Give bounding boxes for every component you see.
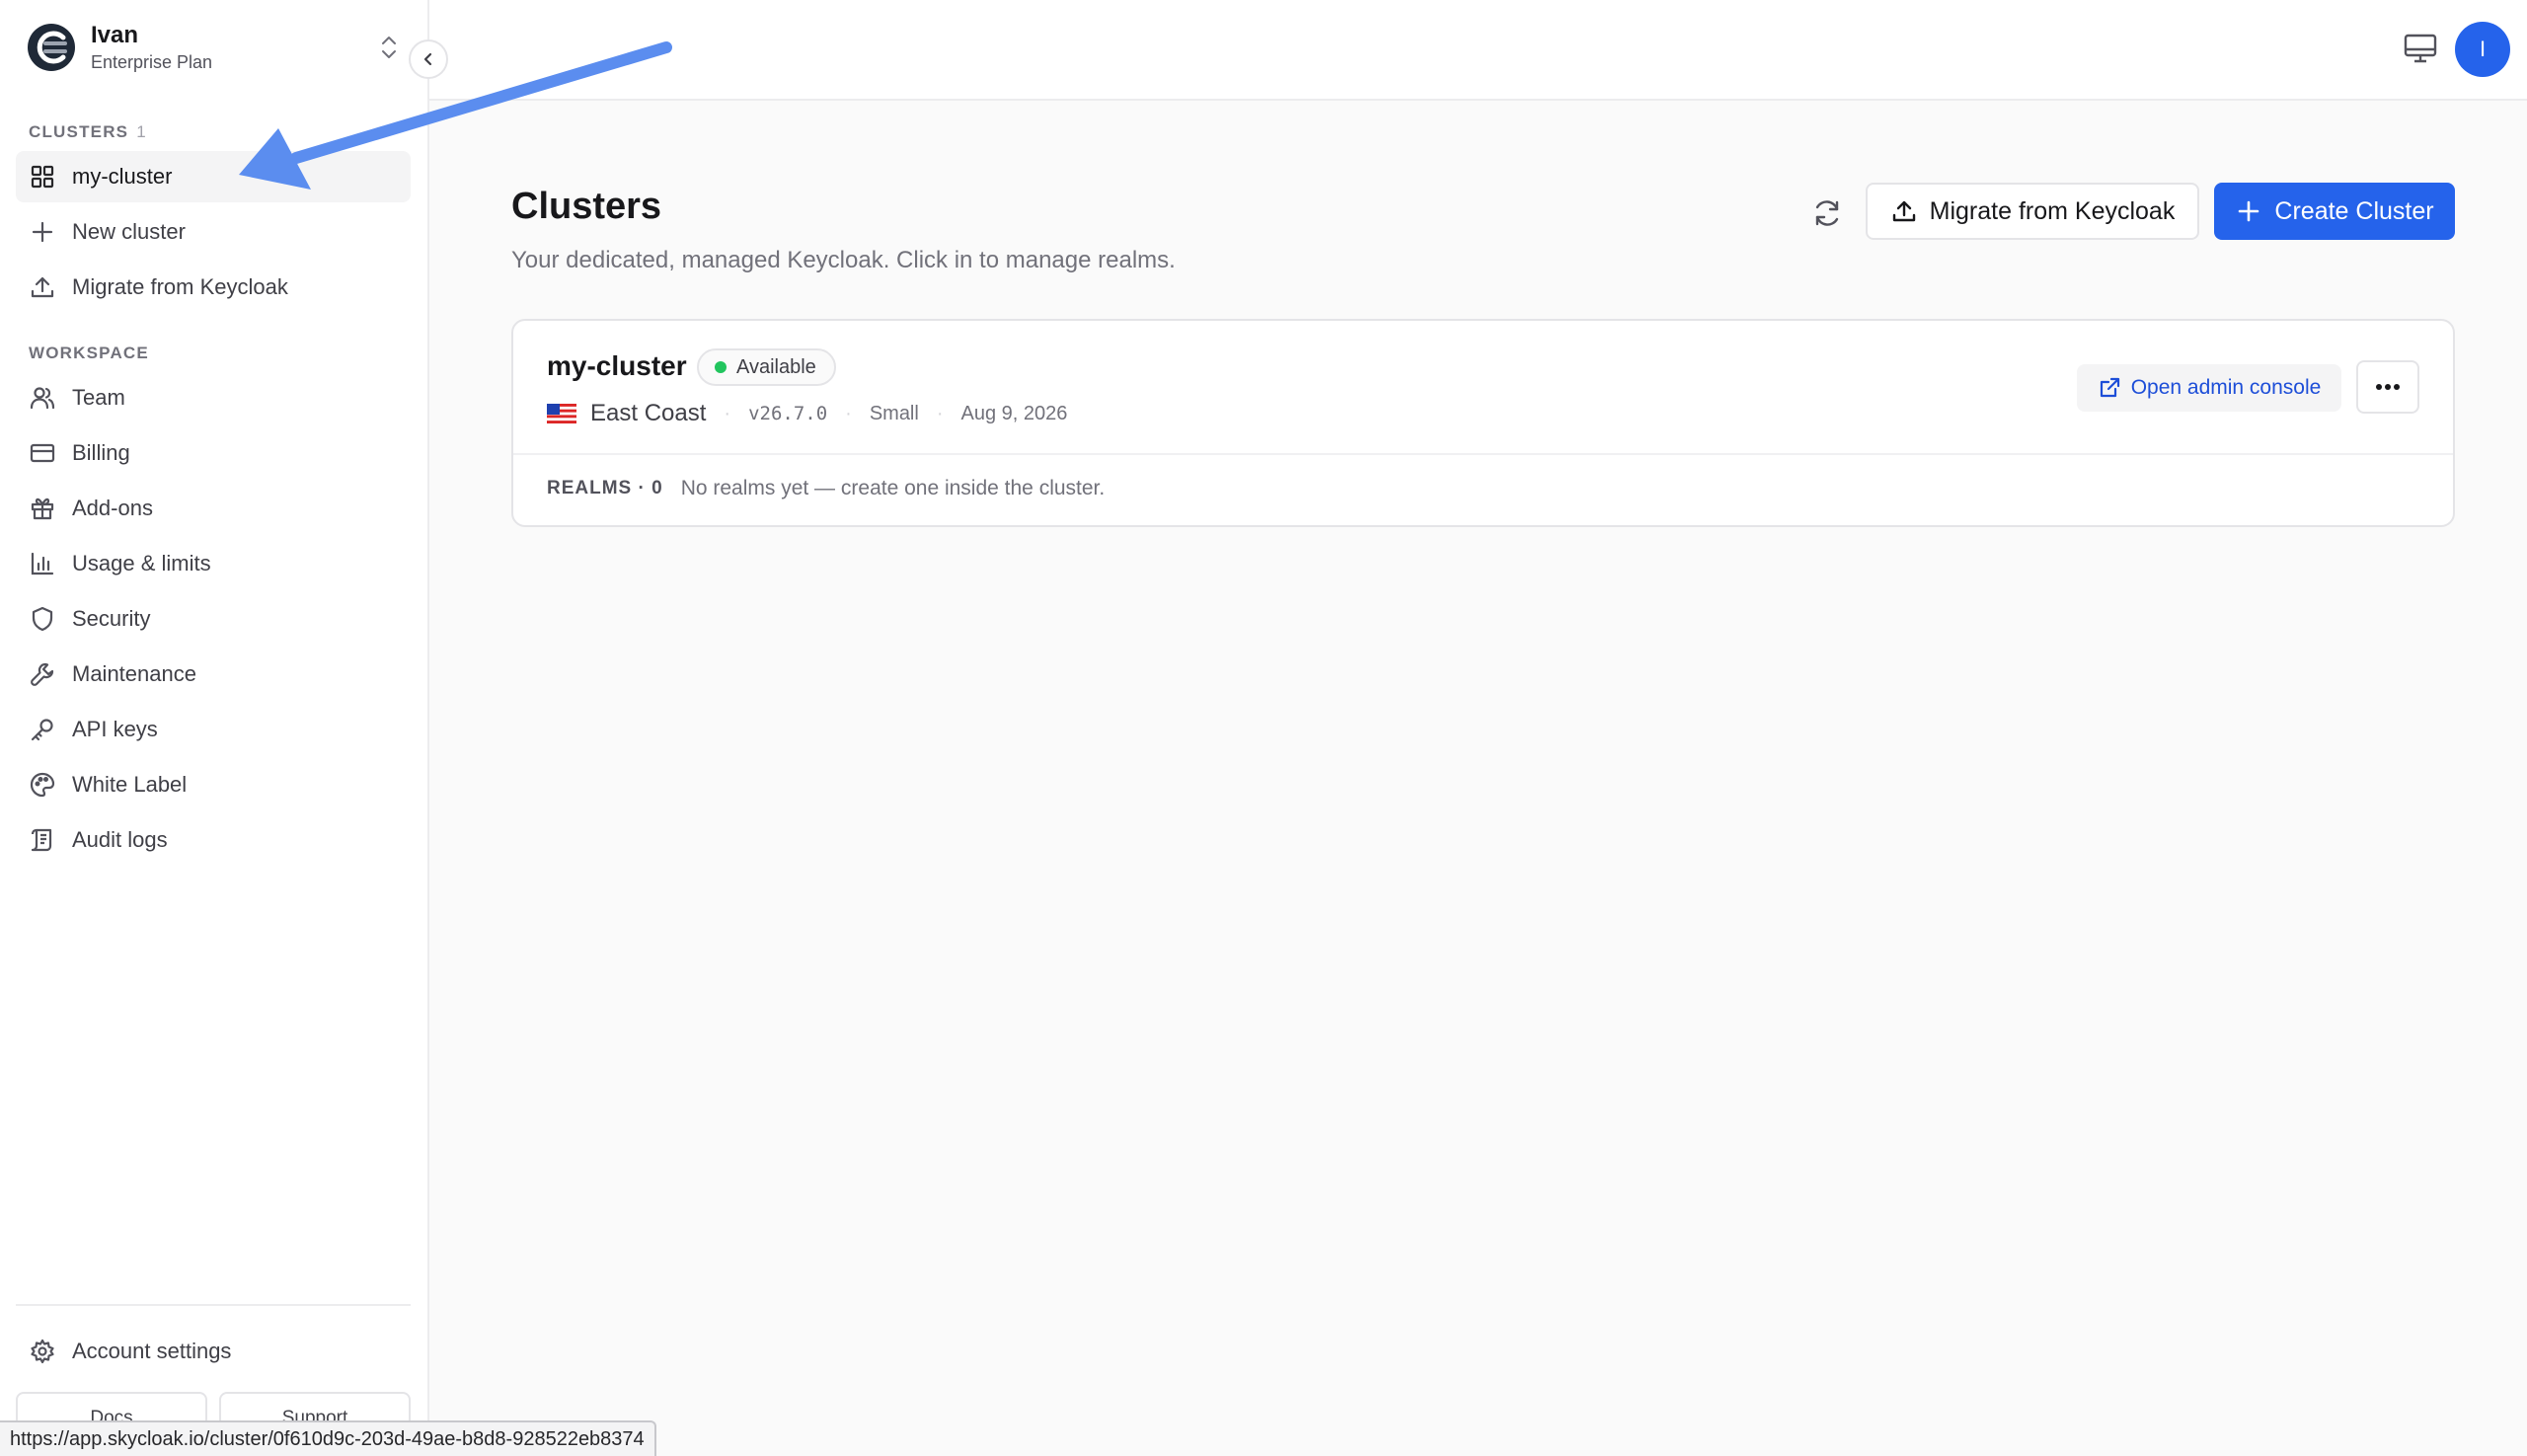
sidebar-item-label: Add-ons: [72, 496, 153, 520]
credit-card-icon: [30, 443, 55, 463]
sidebar-item-label: Account settings: [72, 1339, 232, 1363]
create-cluster-button[interactable]: Create Cluster: [2214, 183, 2455, 240]
sidebar-item-new-cluster[interactable]: New cluster: [16, 206, 411, 258]
sidebar-item-label: API keys: [72, 717, 158, 741]
collapse-sidebar-button[interactable]: [409, 39, 448, 79]
open-admin-console-button[interactable]: Open admin console: [2077, 364, 2341, 412]
cluster-meta: East Coast · v26.7.0 · Small · Aug 9, 20…: [547, 394, 1067, 433]
cluster-region: East Coast: [590, 400, 707, 426]
sidebar-item-security[interactable]: Security: [16, 593, 411, 645]
shield-icon: [32, 606, 53, 632]
org-plan: Enterprise Plan: [91, 52, 213, 72]
sidebar-item-label: Billing: [72, 440, 130, 465]
open-admin-label: Open admin console: [2130, 376, 2322, 399]
realms-row: REALMS · 0 No realms yet — create one in…: [547, 477, 1105, 500]
plus-icon: [2239, 200, 2259, 222]
plus-icon: [32, 221, 53, 243]
sidebar-item-api-keys[interactable]: API keys: [16, 704, 411, 755]
status-url-bar: https://app.skycloak.io/cluster/0f610d9c…: [0, 1420, 656, 1456]
create-cluster-label: Create Cluster: [2274, 196, 2434, 225]
sidebar-item-label: Migrate from Keycloak: [72, 274, 288, 299]
realms-empty-message: No realms yet — create one inside the cl…: [680, 477, 1106, 499]
org-name: Ivan: [91, 22, 139, 48]
user-avatar[interactable]: I: [2455, 22, 2510, 77]
meta-separator: ·: [845, 402, 852, 424]
sidebar-item-migrate[interactable]: Migrate from Keycloak: [16, 262, 411, 313]
realms-label: REALMS · 0: [547, 478, 663, 498]
clusters-section-label: CLUSTERS 1: [29, 122, 147, 142]
cluster-size: Small: [869, 402, 919, 424]
migrate-label: Migrate from Keycloak: [1929, 196, 2176, 225]
sidebar-item-label: Security: [72, 606, 151, 631]
refresh-icon[interactable]: [1808, 194, 1846, 232]
page-title: Clusters: [511, 186, 662, 227]
page-subtitle: Your dedicated, managed Keycloak. Click …: [511, 247, 1176, 273]
sidebar-item-label: Team: [72, 385, 125, 410]
sidebar-item-label: Audit logs: [72, 827, 168, 852]
workspace-section-label: WORKSPACE: [29, 344, 149, 362]
bar-chart-icon: [31, 552, 54, 575]
gear-icon: [31, 1339, 54, 1364]
palette-icon: [30, 772, 55, 798]
org-switcher[interactable]: Ivan Enterprise Plan: [26, 18, 401, 77]
cluster-card[interactable]: my-cluster Available East Coast · v26.7.…: [511, 319, 2455, 527]
meta-separator: ·: [724, 402, 731, 424]
monitor-icon[interactable]: [2402, 30, 2439, 67]
upload-icon: [31, 276, 54, 298]
sidebar-item-usage[interactable]: Usage & limits: [16, 538, 411, 589]
sidebar-divider: [16, 1304, 411, 1306]
gift-icon: [31, 498, 54, 520]
users-icon: [30, 387, 55, 410]
wrench-icon: [31, 662, 54, 686]
sidebar-item-label: New cluster: [72, 219, 186, 244]
external-link-icon: [2100, 377, 2119, 398]
sidebar-item-label: my-cluster: [72, 164, 173, 189]
chevrons-up-down-icon: [382, 37, 396, 58]
upload-icon: [1892, 200, 1915, 222]
sidebar-item-label: Usage & limits: [72, 551, 211, 575]
sidebar-item-team[interactable]: Team: [16, 372, 411, 423]
sidebar-item-audit-logs[interactable]: Audit logs: [16, 814, 411, 866]
status-badge: Available: [697, 348, 836, 386]
org-logo: [28, 24, 75, 71]
sidebar-item-billing[interactable]: Billing: [16, 427, 411, 479]
clusters-count: 1: [136, 122, 147, 141]
sidebar-item-account-settings[interactable]: Account settings: [16, 1326, 411, 1377]
sidebar-item-maintenance[interactable]: Maintenance: [16, 649, 411, 700]
topbar: I: [429, 0, 2527, 101]
card-divider: [513, 453, 2453, 455]
cluster-name[interactable]: my-cluster: [547, 350, 687, 382]
cluster-version: v26.7.0: [748, 403, 828, 424]
more-horizontal-icon: [2376, 384, 2400, 390]
sidebar-item-add-ons[interactable]: Add-ons: [16, 483, 411, 534]
cluster-date: Aug 9, 2026: [960, 402, 1068, 424]
chevron-left-icon: [423, 52, 432, 66]
status-text: Available: [736, 355, 816, 378]
clusters-label: CLUSTERS: [29, 122, 129, 141]
sidebar-item-white-label[interactable]: White Label: [16, 759, 411, 810]
sidebar-item-label: Maintenance: [72, 661, 196, 686]
sidebar: Ivan Enterprise Plan CLUSTERS 1 my-cluste…: [0, 0, 429, 1456]
key-icon: [31, 719, 53, 741]
migrate-from-keycloak-button[interactable]: Migrate from Keycloak: [1866, 183, 2199, 240]
grid-icon: [31, 165, 54, 189]
sidebar-item-label: White Label: [72, 772, 188, 797]
status-dot: [715, 361, 727, 373]
more-actions-button[interactable]: [2356, 360, 2419, 414]
sidebar-item-my-cluster[interactable]: my-cluster: [16, 151, 411, 202]
us-flag-icon: [547, 404, 576, 423]
scroll-icon: [31, 828, 52, 852]
meta-separator: ·: [936, 402, 944, 424]
